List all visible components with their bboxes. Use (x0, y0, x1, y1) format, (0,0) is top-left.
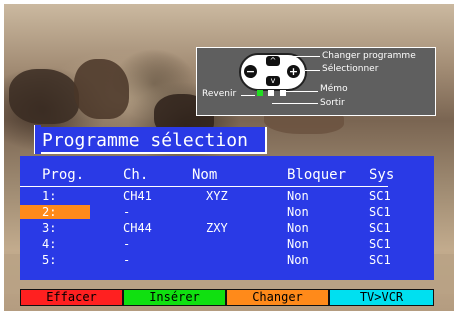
header-sys: Sys (369, 167, 395, 183)
cell-sys: SC1 (369, 221, 391, 235)
pointer-line (272, 103, 318, 104)
down-arrow-icon: v (266, 76, 280, 86)
cell-ch: - (123, 237, 131, 251)
white-key-icon (268, 90, 274, 96)
hint-revenir: Revenir (202, 89, 237, 99)
pointer-line (290, 56, 320, 57)
header-divider (20, 186, 388, 187)
cell-prog: 2: (42, 205, 57, 219)
table-header: Prog. Ch. Nom Bloquer Sys (20, 167, 434, 183)
cell-bloquer: Non (287, 237, 309, 251)
hint-memo: Mémo (320, 84, 348, 94)
header-nom: Nom (192, 167, 218, 183)
table-row[interactable]: 2: - Non SC1 (20, 204, 434, 220)
green-key-icon (257, 90, 263, 96)
header-prog: Prog. (42, 167, 85, 183)
cell-ch: - (123, 205, 131, 219)
cell-ch: CH44 (123, 221, 152, 235)
table-row[interactable]: 4: - Non SC1 (20, 236, 434, 252)
pointer-line (305, 70, 320, 71)
effacer-button[interactable]: Effacer (20, 289, 123, 306)
cell-nom: XYZ (206, 189, 228, 203)
cell-sys: SC1 (369, 253, 391, 267)
table-row[interactable]: 1: CH41 XYZ Non SC1 (20, 188, 434, 204)
hint-changer-programme: Changer programme (322, 51, 416, 61)
cell-prog: 4: (42, 237, 57, 251)
hint-selectionner: Sélectionner (322, 64, 379, 74)
cell-sys: SC1 (369, 237, 391, 251)
plus-icon: + (287, 65, 300, 78)
hint-sortir: Sortir (320, 98, 345, 108)
cell-bloquer: Non (287, 221, 309, 235)
cell-prog: 1: (42, 189, 57, 203)
table-row[interactable]: 5: - Non SC1 (20, 252, 434, 268)
cell-bloquer: Non (287, 205, 309, 219)
cell-prog: 5: (42, 253, 57, 267)
navigation-pad: ^ v − + (239, 53, 307, 91)
minus-icon: − (244, 65, 257, 78)
cell-sys: SC1 (369, 205, 391, 219)
table-row[interactable]: 3: CH44 ZXY Non SC1 (20, 220, 434, 236)
cell-nom: ZXY (206, 221, 228, 235)
up-arrow-icon: ^ (266, 56, 280, 66)
cell-bloquer: Non (287, 189, 309, 203)
inserer-button[interactable]: Insérer (123, 289, 226, 306)
page-title: Programme sélection (34, 125, 267, 154)
background-horse (9, 69, 79, 124)
background-horse (74, 59, 129, 119)
pointer-line (286, 91, 318, 92)
cell-ch: - (123, 253, 131, 267)
cell-prog: 3: (42, 221, 57, 235)
header-ch: Ch. (123, 167, 149, 183)
cell-ch: CH41 (123, 189, 152, 203)
changer-button[interactable]: Changer (226, 289, 329, 306)
cell-sys: SC1 (369, 189, 391, 203)
header-bloquer: Bloquer (287, 167, 347, 183)
tv-vcr-button[interactable]: TV>VCR (329, 289, 434, 306)
pointer-line (241, 95, 255, 96)
cell-bloquer: Non (287, 253, 309, 267)
